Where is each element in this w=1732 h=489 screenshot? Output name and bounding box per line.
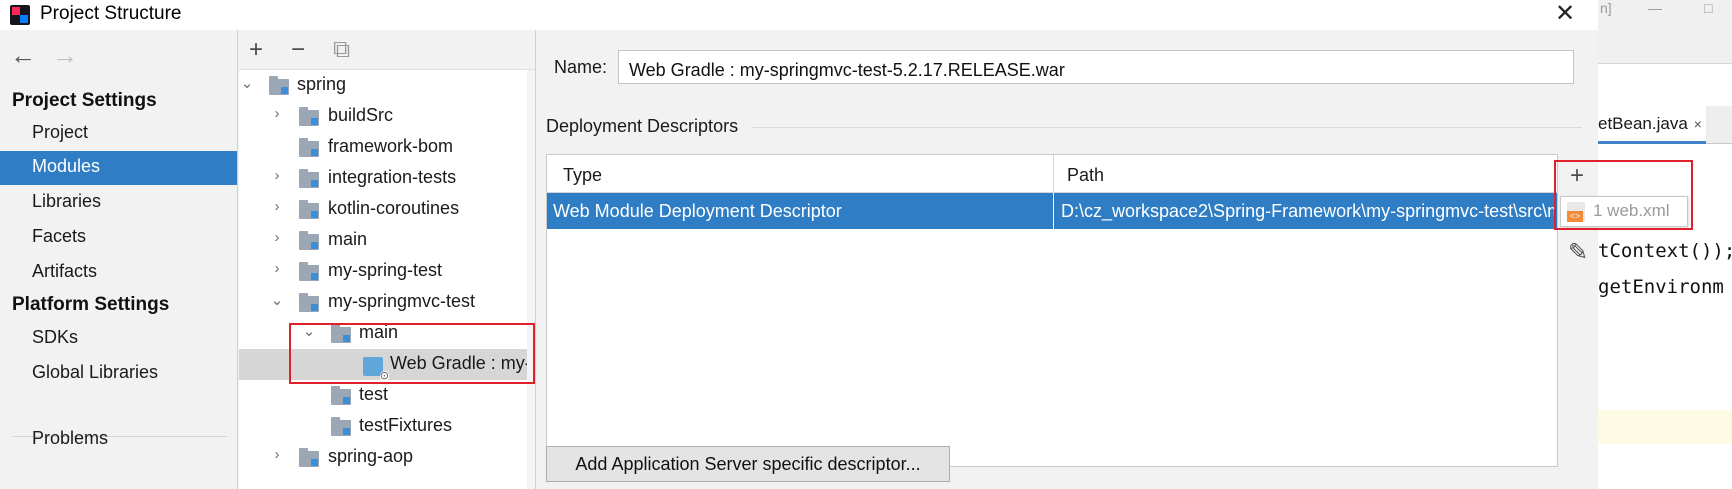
tree-item-framework-bom[interactable]: framework-bom	[239, 132, 535, 163]
code-line: tContext());	[1598, 240, 1732, 262]
tree-item-buildsrc[interactable]: › buildSrc	[239, 101, 535, 132]
chevron-down-icon[interactable]: ⌄	[239, 74, 255, 92]
editor-tab-strip: etBean.java ×	[1598, 106, 1732, 144]
editor-tab-label: etBean.java	[1598, 114, 1688, 133]
editor-tab[interactable]: etBean.java ×	[1598, 106, 1706, 144]
name-field[interactable]	[618, 50, 1574, 84]
tree-item-testfixtures[interactable]: testFixtures	[239, 411, 535, 442]
nav-item-libraries[interactable]: Libraries	[0, 186, 237, 220]
column-header-path[interactable]: Path	[1067, 165, 1104, 186]
add-module-icon[interactable]: +	[249, 36, 263, 64]
section-divider	[752, 127, 1582, 128]
module-folder-icon	[299, 107, 319, 126]
intellij-app-icon	[10, 5, 30, 25]
chevron-right-icon[interactable]: ›	[269, 167, 285, 184]
maximize-icon[interactable]: □	[1704, 0, 1712, 16]
module-folder-icon	[299, 262, 319, 281]
chevron-right-icon[interactable]: ›	[269, 446, 285, 463]
tree-item-label: test	[359, 384, 389, 404]
module-folder-icon	[299, 293, 319, 312]
add-server-descriptor-button[interactable]: Add Application Server specific descript…	[546, 446, 950, 482]
module-folder-icon	[299, 138, 319, 157]
code-line: getEnvironm	[1598, 276, 1724, 298]
module-folder-icon	[299, 169, 319, 188]
name-label: Name:	[554, 57, 608, 77]
column-header-type[interactable]: Type	[563, 165, 602, 186]
tree-item-label: integration-tests	[328, 167, 457, 187]
annotation-highlight-add	[1554, 160, 1693, 230]
tree-item-my-spring-test[interactable]: › my-spring-test	[239, 256, 535, 287]
nav-item-modules[interactable]: Modules	[0, 151, 237, 185]
close-button[interactable]: ✕	[1548, 0, 1582, 29]
current-line-highlight	[1598, 410, 1732, 444]
module-tree-panel: + − ⧉ ⌄ spring › buildSrc framework-bom …	[239, 30, 536, 489]
deployment-descriptors-table: Type Path Web Module Deployment Descript…	[546, 154, 1558, 467]
remove-module-icon[interactable]: −	[291, 36, 305, 64]
chevron-right-icon[interactable]: ›	[269, 229, 285, 246]
tree-scrollbar[interactable]	[527, 70, 535, 489]
back-arrow-icon[interactable]: ←	[10, 40, 36, 71]
nav-item-problems[interactable]: Problems	[0, 423, 237, 457]
forward-arrow-icon[interactable]: →	[52, 40, 78, 71]
tree-item-label: kotlin-coroutines	[328, 198, 460, 218]
background-editor: n] — □ etBean.java× ); tContext()); getE…	[1598, 0, 1732, 489]
dialog-title: Project Structure	[40, 3, 182, 24]
tree-item-label: my-spring-test	[328, 260, 443, 280]
annotation-highlight-tree	[289, 323, 535, 384]
edit-pencil-icon[interactable]: ✎	[1568, 238, 1588, 267]
module-folder-icon	[331, 417, 351, 436]
tree-item-label: spring-aop	[328, 446, 414, 466]
module-tree: ⌄ spring › buildSrc framework-bom › inte…	[239, 70, 535, 489]
descriptor-path-cell: D:\cz_workspace2\Spring-Framework\my-spr…	[1061, 201, 1555, 221]
tree-item-label: my-springmvc-test	[328, 291, 476, 311]
tab-close-icon[interactable]: ×	[1694, 116, 1702, 132]
tree-item-main[interactable]: › main	[239, 225, 535, 256]
platform-settings-heading: Platform Settings	[12, 294, 170, 315]
module-folder-icon	[299, 231, 319, 250]
column-divider	[1053, 193, 1054, 229]
tree-toolbar: + − ⧉	[239, 30, 535, 70]
minimize-icon[interactable]: —	[1648, 0, 1662, 16]
nav-item-project[interactable]: Project	[0, 117, 237, 151]
copy-module-icon[interactable]: ⧉	[333, 36, 350, 64]
editor-title-fragment: n]	[1600, 0, 1612, 16]
project-structure-dialog: Project Structure ✕ ← → Project Settings…	[0, 0, 1598, 489]
tree-item-spring[interactable]: ⌄ spring	[239, 70, 535, 101]
chevron-right-icon[interactable]: ›	[269, 105, 285, 122]
table-row[interactable]: Web Module Deployment Descriptor D:\cz_w…	[547, 193, 1557, 229]
module-folder-icon	[299, 200, 319, 219]
column-divider[interactable]	[1053, 155, 1054, 193]
settings-nav: ← → Project Settings Project Modules Lib…	[0, 30, 238, 489]
tree-item-my-springmvc-test[interactable]: ⌄ my-springmvc-test	[239, 287, 535, 318]
nav-item-artifacts[interactable]: Artifacts	[0, 256, 237, 290]
module-folder-icon	[299, 448, 319, 467]
tree-item-spring-aop[interactable]: › spring-aop	[239, 442, 535, 473]
project-settings-heading: Project Settings	[12, 90, 157, 111]
title-bar: Project Structure ✕	[0, 0, 1598, 30]
deployment-descriptors-label: Deployment Descriptors	[546, 116, 739, 136]
tree-item-label: main	[328, 229, 368, 249]
tree-item-label: framework-bom	[328, 136, 454, 156]
module-folder-icon	[331, 386, 351, 405]
module-folder-icon	[269, 76, 289, 95]
table-header: Type Path	[547, 155, 1557, 193]
tree-item-test[interactable]: test	[239, 380, 535, 411]
tree-item-label: testFixtures	[359, 415, 453, 435]
nav-item-sdks[interactable]: SDKs	[0, 322, 237, 356]
editor-title-bar: n] — □	[1598, 0, 1732, 64]
nav-item-facets[interactable]: Facets	[0, 221, 237, 255]
tree-item-label: spring	[297, 74, 347, 94]
facet-detail-panel: Name: Deployment Descriptors Type Path W…	[536, 30, 1598, 489]
tree-item-integration-tests[interactable]: › integration-tests	[239, 163, 535, 194]
nav-item-global-libraries[interactable]: Global Libraries	[0, 357, 237, 391]
tree-item-kotlin-coroutines[interactable]: › kotlin-coroutines	[239, 194, 535, 225]
chevron-right-icon[interactable]: ›	[269, 260, 285, 277]
tree-item-label: buildSrc	[328, 105, 394, 125]
chevron-right-icon[interactable]: ›	[269, 198, 285, 215]
chevron-down-icon[interactable]: ⌄	[269, 291, 285, 309]
descriptor-type-cell: Web Module Deployment Descriptor	[553, 201, 842, 221]
